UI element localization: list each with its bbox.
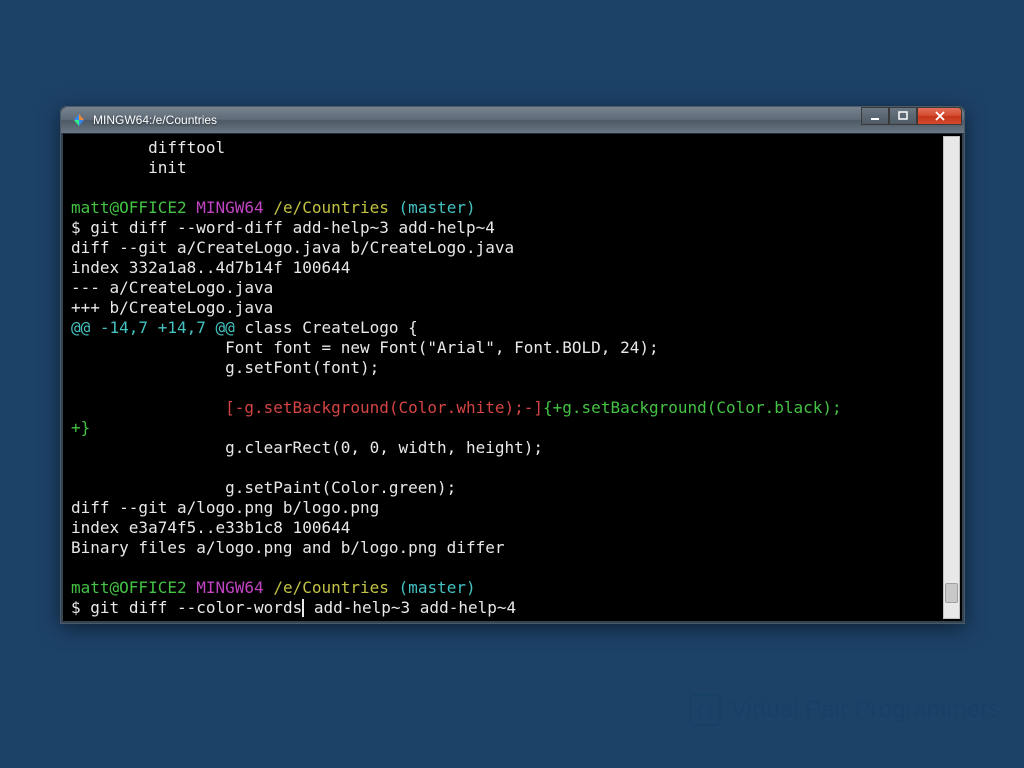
added-text: +} bbox=[71, 418, 90, 437]
prompt-branch: (master) bbox=[399, 198, 476, 217]
scrollbar-thumb[interactable] bbox=[945, 583, 958, 603]
code-braces-icon: {} bbox=[687, 692, 723, 728]
diff-file-b: +++ b/CreateLogo.java bbox=[71, 298, 273, 317]
scrollbar[interactable] bbox=[943, 136, 960, 619]
titlebar[interactable]: MINGW64:/e/Countries bbox=[61, 107, 964, 133]
diff-header: diff --git a/CreateLogo.java b/CreateLog… bbox=[71, 238, 514, 257]
context-line: g.setFont(font); bbox=[71, 358, 379, 377]
watermark-logo: {} Virtual Pair Programmers bbox=[687, 692, 1000, 728]
watermark-text: Virtual Pair bbox=[731, 696, 855, 723]
context-line: g.clearRect(0, 0, width, height); bbox=[71, 438, 543, 457]
command-text: git diff --word-diff add-help~3 add-help… bbox=[90, 218, 495, 237]
window-controls bbox=[861, 107, 962, 125]
hunk-context: class CreateLogo { bbox=[235, 318, 418, 337]
close-button[interactable] bbox=[917, 107, 962, 125]
output-line: init bbox=[71, 158, 187, 177]
context-line: Font font = new Font("Arial", Font.BOLD,… bbox=[71, 338, 659, 357]
added-text: {+g.setBackground(Color.black); bbox=[543, 398, 842, 417]
diff-file-a: --- a/CreateLogo.java bbox=[71, 278, 273, 297]
prompt-user: matt@OFFICE2 bbox=[71, 578, 187, 597]
terminal-window: MINGW64:/e/Countries difftool init matt@… bbox=[60, 106, 965, 624]
maximize-button[interactable] bbox=[889, 107, 917, 125]
prompt-env: MINGW64 bbox=[196, 578, 263, 597]
output-line: difftool bbox=[71, 138, 225, 157]
command-text: add-help~3 add-help~4 bbox=[304, 598, 516, 617]
context-line: g.setPaint(Color.green); bbox=[71, 478, 456, 497]
app-icon bbox=[71, 112, 87, 128]
hunk-header: @@ -14,7 +14,7 @@ bbox=[71, 318, 235, 337]
diff-index: index 332a1a8..4d7b14f 100644 bbox=[71, 258, 350, 277]
prompt-path: /e/Countries bbox=[273, 198, 389, 217]
prompt-dollar: $ bbox=[71, 218, 81, 237]
watermark-text: Programmers bbox=[855, 696, 1000, 723]
removed-text: [-g.setBackground(Color.white);-] bbox=[225, 398, 543, 417]
prompt-env: MINGW64 bbox=[196, 198, 263, 217]
prompt-path: /e/Countries bbox=[273, 578, 389, 597]
prompt-dollar: $ bbox=[71, 598, 81, 617]
svg-text:{}: {} bbox=[694, 701, 716, 722]
prompt-user: matt@OFFICE2 bbox=[71, 198, 187, 217]
window-title: MINGW64:/e/Countries bbox=[93, 113, 217, 127]
diff-index: index e3a74f5..e33b1c8 100644 bbox=[71, 518, 350, 537]
prompt-branch: (master) bbox=[399, 578, 476, 597]
terminal-output[interactable]: difftool init matt@OFFICE2 MINGW64 /e/Co… bbox=[61, 133, 964, 623]
binary-diff: Binary files a/logo.png and b/logo.png d… bbox=[71, 538, 504, 557]
diff-header: diff --git a/logo.png b/logo.png bbox=[71, 498, 379, 517]
command-text: git diff --color-words bbox=[90, 598, 302, 617]
minimize-button[interactable] bbox=[861, 107, 889, 125]
